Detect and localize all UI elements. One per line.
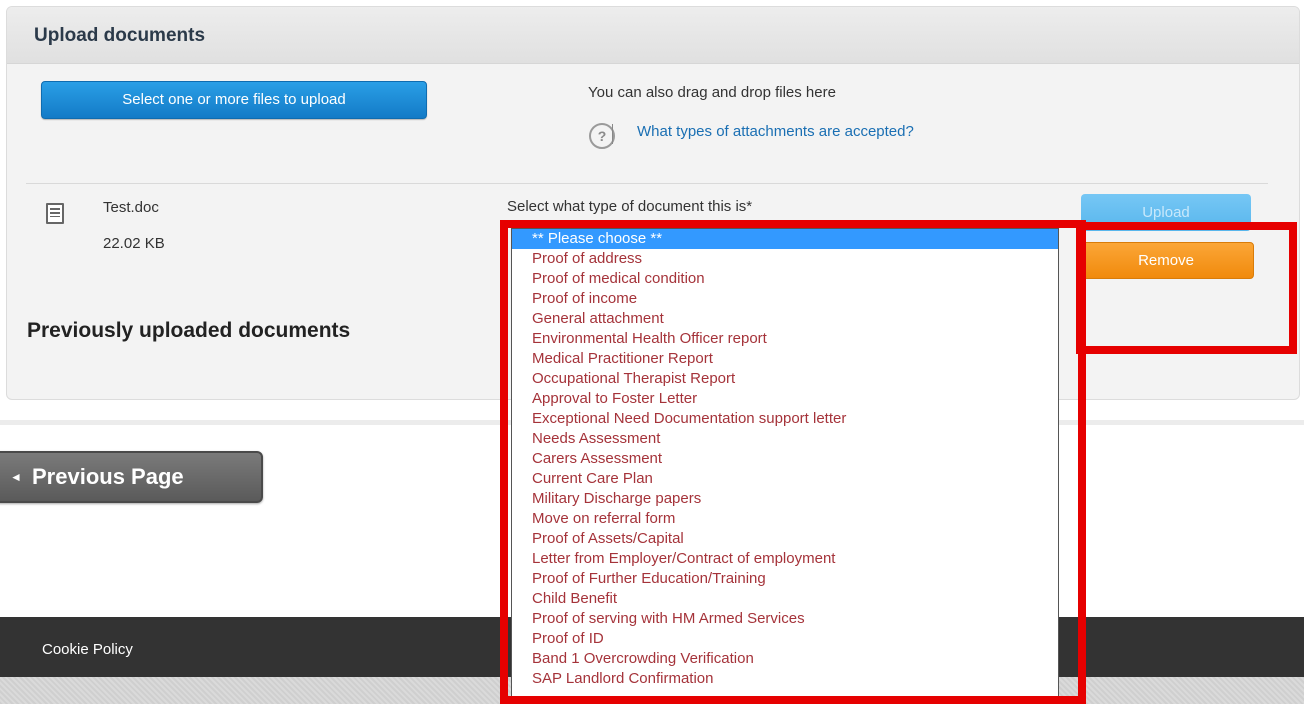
document-icon [46,203,64,224]
document-type-label: Select what type of document this is* [507,198,753,215]
panel-header: Upload documents [7,7,1299,64]
previously-uploaded-title: Previously uploaded documents [27,319,351,342]
drag-drop-hint: You can also drag and drop files here [588,84,836,101]
accepted-attachments-link[interactable]: What types of attachments are accepted? [637,123,914,140]
arrow-left-icon: ◄ [10,470,22,484]
cookie-policy-link[interactable]: Cookie Policy [42,641,133,658]
highlight-box-buttons [1076,222,1297,354]
file-size: 22.02 KB [103,235,165,252]
previous-page-button[interactable]: ◄ Previous Page [0,451,263,503]
select-files-button[interactable]: Select one or more files to upload [41,81,427,119]
highlight-box-dropdown [500,220,1086,704]
help-separator [612,124,613,144]
panel-title: Upload documents [34,25,206,46]
file-name: Test.doc [103,199,159,216]
previous-page-label: Previous Page [32,464,184,489]
